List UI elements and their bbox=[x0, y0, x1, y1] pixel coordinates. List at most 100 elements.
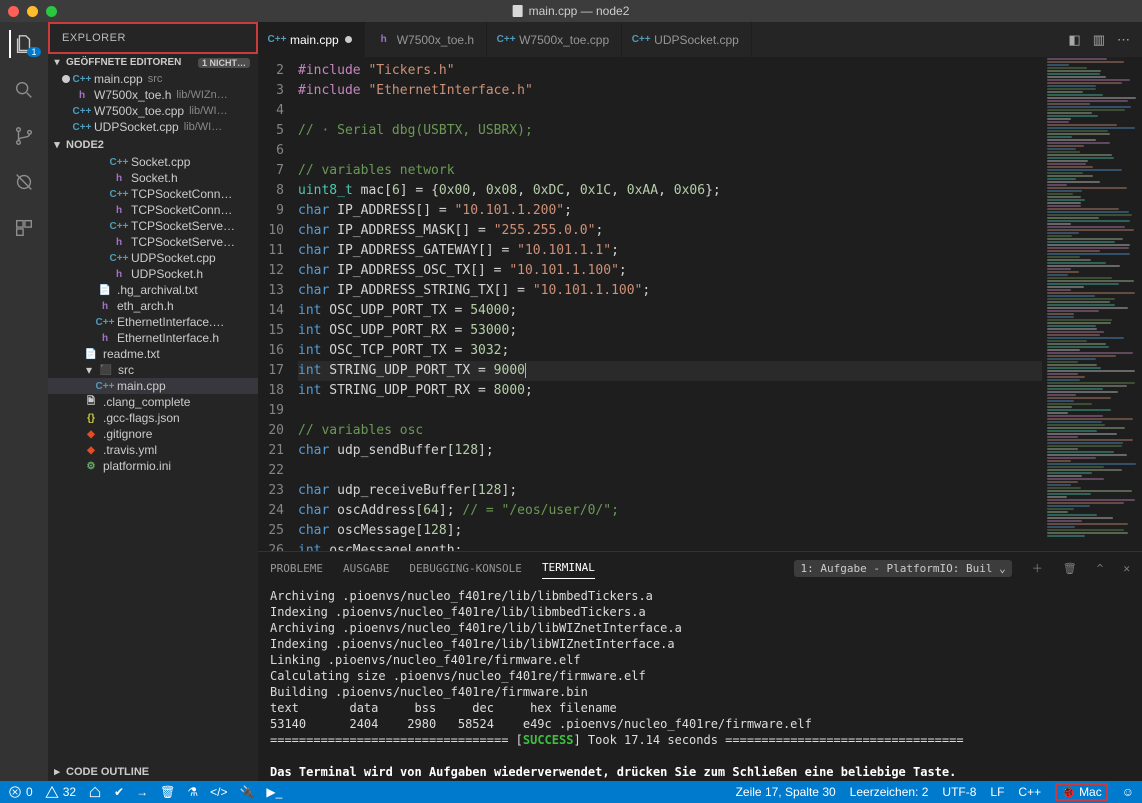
file-item[interactable]: h eth_arch.h bbox=[48, 298, 258, 314]
file-path: src bbox=[148, 73, 163, 85]
file-item[interactable]: hSocket.h bbox=[48, 170, 258, 186]
file-item[interactable]: C++main.cpp bbox=[48, 378, 258, 394]
modified-dot bbox=[62, 75, 70, 83]
terminal-selector[interactable]: 1: Aufgabe - PlatformIO: Buil ⌄ bbox=[794, 560, 1011, 577]
new-terminal-icon[interactable]: ＋ bbox=[1032, 560, 1043, 576]
file-icon: C++ bbox=[75, 104, 89, 118]
file-item[interactable]: C++UDPSocket.cpp bbox=[48, 250, 258, 266]
file-item[interactable]: hTCPSocketConn… bbox=[48, 202, 258, 218]
debug-activity[interactable] bbox=[10, 168, 38, 196]
file-icon: {} bbox=[84, 411, 98, 425]
maximize-panel-icon[interactable]: ^ bbox=[1097, 562, 1104, 575]
open-editor-item[interactable]: C++ main.cpp src bbox=[48, 71, 258, 87]
panel-tabs: PROBLEME AUSGABE DEBUGGING-KONSOLE TERMI… bbox=[258, 552, 1142, 584]
file-icon: h bbox=[98, 299, 112, 313]
open-editor-item[interactable]: C++UDPSocket.cpplib/WI… bbox=[48, 119, 258, 135]
pio-clean-icon[interactable]: 🗑 bbox=[160, 785, 175, 799]
file-item[interactable]: hTCPSocketServe… bbox=[48, 234, 258, 250]
pio-newterm-icon[interactable]: ▶_ bbox=[266, 785, 282, 799]
open-editor-item[interactable]: hW7500x_toe.hlib/WIZn… bbox=[48, 87, 258, 103]
file-name: UDPSocket.h bbox=[131, 267, 203, 281]
minimap[interactable] bbox=[1042, 57, 1142, 551]
layout-icon[interactable]: ▥ bbox=[1093, 32, 1105, 48]
tab-label: main.cpp bbox=[290, 33, 339, 47]
file-name: .gcc-flags.json bbox=[103, 411, 180, 425]
project-header[interactable]: ▾NODE2 bbox=[48, 135, 258, 154]
minimize-window-button[interactable] bbox=[27, 6, 38, 17]
file-item[interactable]: C++TCPSocketServe… bbox=[48, 218, 258, 234]
status-warnings[interactable]: 32 bbox=[45, 785, 76, 799]
code-area[interactable]: #include "Tickers.h"#include "EthernetIn… bbox=[298, 61, 1042, 551]
file-item[interactable]: C++Socket.cpp bbox=[48, 154, 258, 170]
kill-terminal-icon[interactable]: 🗑 bbox=[1063, 562, 1077, 575]
document-icon bbox=[513, 5, 523, 17]
extensions-activity[interactable] bbox=[10, 214, 38, 242]
file-item[interactable]: hUDPSocket.h bbox=[48, 266, 258, 282]
file-name: UDPSocket.cpp bbox=[94, 120, 179, 134]
pio-upload-icon[interactable]: → bbox=[136, 785, 148, 799]
modified-dot bbox=[345, 36, 352, 43]
close-panel-icon[interactable]: ✕ bbox=[1123, 562, 1130, 575]
file-item[interactable]: ⚙platformio.ini bbox=[48, 458, 258, 474]
file-name: main.cpp bbox=[117, 379, 166, 393]
file-item[interactable]: hEthernetInterface.h bbox=[48, 330, 258, 346]
file-item[interactable]: ◆.travis.yml bbox=[48, 442, 258, 458]
folder-item[interactable]: ▾⬛src bbox=[48, 362, 258, 378]
extensions-icon bbox=[13, 217, 35, 239]
pio-home-icon[interactable] bbox=[88, 785, 102, 799]
file-item[interactable]: 📄readme.txt bbox=[48, 346, 258, 362]
file-item[interactable]: 📄.hg_archival.txt bbox=[48, 282, 258, 298]
panel-tab-problems[interactable]: PROBLEME bbox=[270, 558, 323, 579]
file-item[interactable]: ◆.gitignore bbox=[48, 426, 258, 442]
explorer-activity[interactable]: 1 bbox=[9, 30, 37, 58]
file-name: eth_arch.h bbox=[117, 299, 174, 313]
file-icon: C++ bbox=[634, 33, 648, 47]
window-title: main.cpp — node2 bbox=[529, 4, 630, 18]
maximize-window-button[interactable] bbox=[46, 6, 57, 17]
code-outline-header[interactable]: ▸CODE OUTLINE bbox=[48, 762, 258, 781]
more-icon[interactable]: ⋯ bbox=[1117, 32, 1130, 48]
file-icon: h bbox=[112, 235, 126, 249]
file-path: lib/WI… bbox=[189, 105, 228, 117]
scm-activity[interactable] bbox=[10, 122, 38, 150]
file-name: .gitignore bbox=[103, 427, 152, 441]
editor-tab[interactable]: C++ UDPSocket.cpp bbox=[622, 22, 752, 57]
panel-tab-debug[interactable]: DEBUGGING-KONSOLE bbox=[409, 558, 522, 579]
pio-build-icon[interactable]: ✔ bbox=[114, 785, 124, 799]
status-eol[interactable]: LF bbox=[990, 785, 1004, 799]
window-controls[interactable] bbox=[0, 6, 57, 17]
file-icon: C++ bbox=[75, 72, 89, 86]
panel-tab-output[interactable]: AUSGABE bbox=[343, 558, 389, 579]
open-editor-item[interactable]: C++W7500x_toe.cpplib/WI… bbox=[48, 103, 258, 119]
file-item[interactable]: C++EthernetInterface.… bbox=[48, 314, 258, 330]
terminal-output[interactable]: Archiving .pioenvs/nucleo_f401re/lib/lib… bbox=[258, 584, 1142, 781]
search-activity[interactable] bbox=[10, 76, 38, 104]
close-window-button[interactable] bbox=[8, 6, 19, 17]
file-item[interactable]: C++TCPSocketConn… bbox=[48, 186, 258, 202]
editor-tab[interactable]: C++W7500x_toe.cpp bbox=[487, 22, 622, 57]
status-errors[interactable]: 0 bbox=[8, 785, 33, 799]
panel-tab-terminal[interactable]: TERMINAL bbox=[542, 557, 595, 579]
pio-term-icon[interactable]: 🔌 bbox=[239, 785, 254, 799]
file-item[interactable]: {} .gcc-flags.json bbox=[48, 410, 258, 426]
editor-tab[interactable]: C++main.cpp bbox=[258, 22, 365, 57]
status-feedback-icon[interactable]: ☺ bbox=[1122, 785, 1134, 799]
open-editors-header[interactable]: ▾GEÖFFNETE EDITOREN 1 NICHT… bbox=[48, 54, 258, 71]
status-mac[interactable]: 🐞Mac bbox=[1055, 783, 1108, 801]
pio-serial-icon[interactable]: </> bbox=[210, 785, 227, 799]
status-encoding[interactable]: UTF-8 bbox=[942, 785, 976, 799]
file-name: main.cpp bbox=[94, 72, 143, 86]
file-icon: C++ bbox=[75, 120, 89, 134]
split-editor-icon[interactable]: ◧ bbox=[1068, 32, 1080, 48]
code-editor[interactable]: 2345678910111213141516171819202122232425… bbox=[258, 57, 1042, 551]
unsaved-badge: 1 NICHT… bbox=[198, 58, 250, 68]
pio-test-icon[interactable]: ⚗ bbox=[187, 785, 198, 799]
status-cursor[interactable]: Zeile 17, Spalte 30 bbox=[736, 785, 836, 799]
file-name: EthernetInterface.h bbox=[117, 331, 219, 345]
tab-label: UDPSocket.cpp bbox=[654, 33, 739, 47]
status-spaces[interactable]: Leerzeichen: 2 bbox=[850, 785, 929, 799]
file-name: .hg_archival.txt bbox=[117, 283, 198, 297]
status-lang[interactable]: C++ bbox=[1018, 785, 1041, 799]
file-item[interactable]: 🗎.clang_complete bbox=[48, 394, 258, 410]
editor-tab[interactable]: hW7500x_toe.h bbox=[365, 22, 487, 57]
